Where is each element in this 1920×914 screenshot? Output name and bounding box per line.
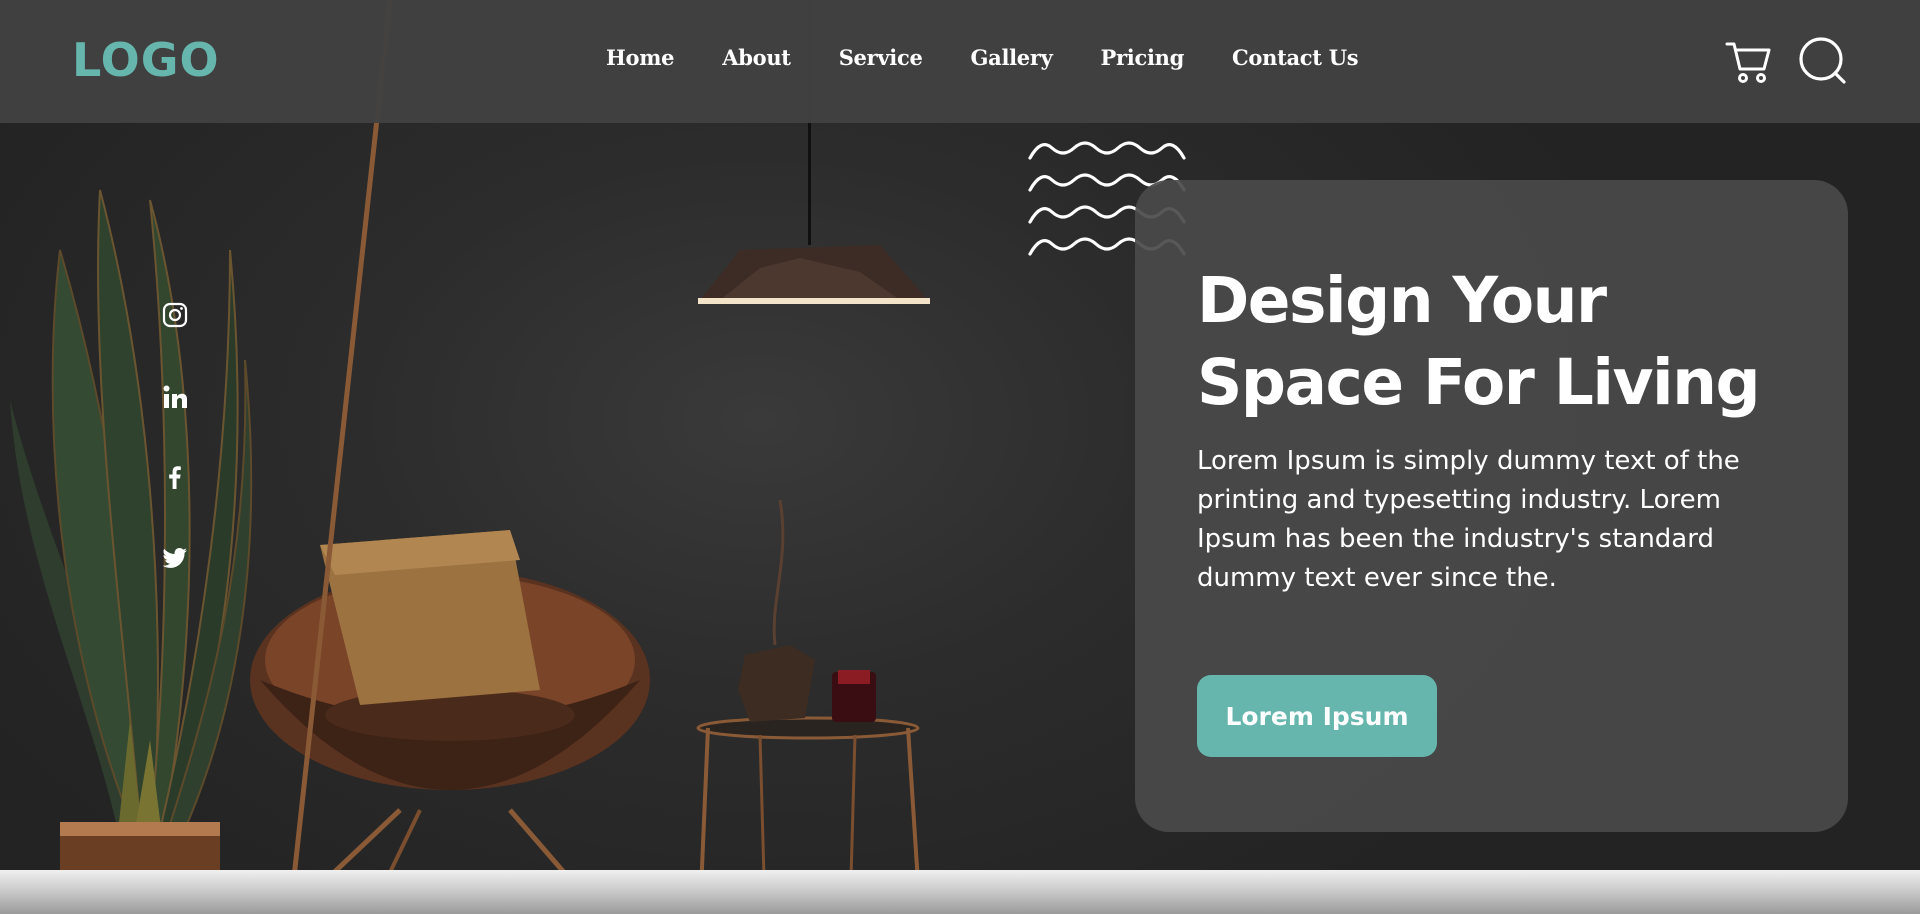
nav-item-service[interactable]: Service	[839, 45, 923, 70]
twitter-icon[interactable]	[160, 543, 190, 573]
linkedin-icon[interactable]	[160, 382, 190, 412]
cta-button[interactable]: Lorem Ipsum	[1197, 675, 1437, 757]
floor	[0, 870, 1920, 914]
nav-item-pricing[interactable]: Pricing	[1101, 45, 1185, 70]
pendant-lamp	[698, 245, 930, 304]
navbar: LOGO Home About Service Gallery Pricing …	[0, 0, 1920, 123]
nav-item-gallery[interactable]: Gallery	[971, 45, 1053, 70]
side-table	[696, 499, 922, 914]
nav-item-contact-us[interactable]: Contact Us	[1232, 45, 1359, 70]
hero-card: Design Your Space For Living Lorem Ipsum…	[1135, 180, 1848, 832]
armchair	[250, 0, 650, 914]
hero-title-line-1: Design Your	[1197, 264, 1607, 337]
instagram-icon[interactable]	[160, 300, 190, 330]
nav-links: Home About Service Gallery Pricing Conta…	[606, 45, 1359, 70]
logo[interactable]: LOGO	[72, 33, 220, 87]
cart-icon[interactable]	[1724, 36, 1774, 86]
facebook-icon[interactable]	[160, 462, 190, 492]
nav-item-about[interactable]: About	[722, 45, 791, 70]
hero-title: Design Your Space For Living	[1197, 260, 1837, 424]
plant-illustration	[10, 189, 253, 860]
hero-description: Lorem Ipsum is simply dummy text of the …	[1197, 446, 1740, 593]
search-icon[interactable]	[1798, 36, 1848, 86]
nav-item-home[interactable]: Home	[606, 45, 675, 70]
hero-title-line-2: Space For Living	[1197, 346, 1761, 419]
